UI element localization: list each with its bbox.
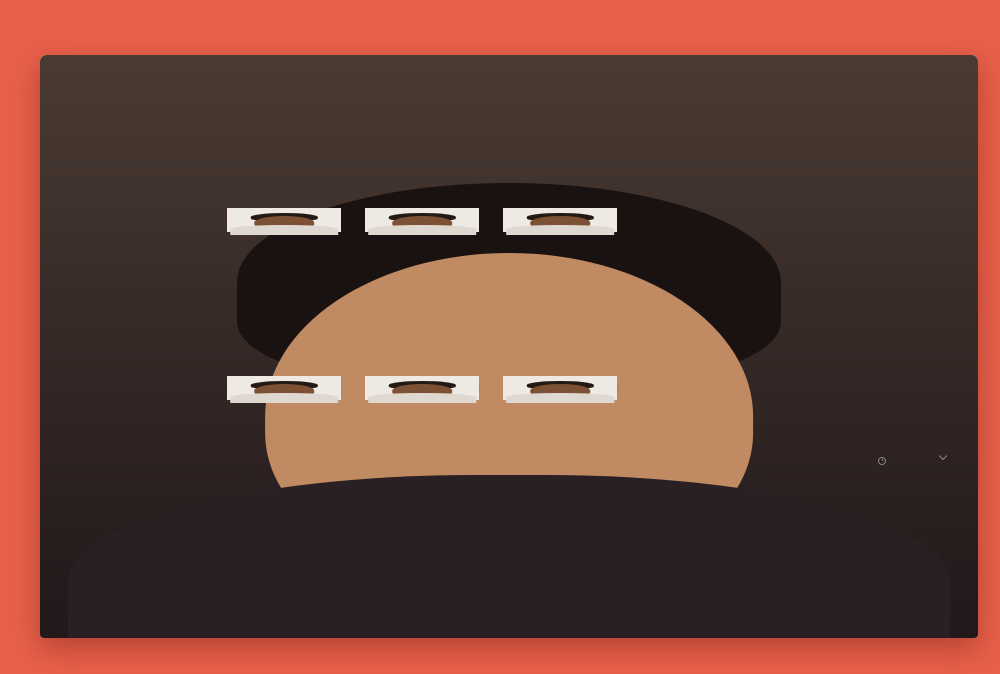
todo-assignee-avatar xyxy=(40,55,978,638)
project-card-header: Creative Project 2 xyxy=(365,208,480,235)
project-owner-avatar xyxy=(503,376,618,403)
todo-panel: ALL TO-DOS Assigned to You xyxy=(40,55,978,638)
todo-list: Assigned to You Tomorrow Write Out xyxy=(40,55,978,638)
project-card-header: Creative Project 5 xyxy=(365,376,480,403)
project-card-header: Creative Project 4 xyxy=(227,376,342,403)
window-body: NEW SPACE Spaces xyxy=(40,55,978,638)
project-owner-avatar xyxy=(227,376,342,403)
project-card-header: Creative Project 6 xyxy=(503,376,618,403)
project-owner-avatar xyxy=(227,208,342,235)
project-card-header: Creative Project 3 xyxy=(503,208,618,235)
project-owner-avatar xyxy=(365,208,480,235)
todo-item[interactable]: Assigned to Sophia Fri Mar 6 Compl xyxy=(40,55,978,638)
clock-icon xyxy=(878,456,886,465)
project-owner-avatar xyxy=(365,376,480,403)
project-owner-avatar xyxy=(503,208,618,235)
app-window: SPACES SENDS NEW SPACE xyxy=(40,55,978,638)
project-card-header: Creative Project 1 xyxy=(227,208,342,235)
